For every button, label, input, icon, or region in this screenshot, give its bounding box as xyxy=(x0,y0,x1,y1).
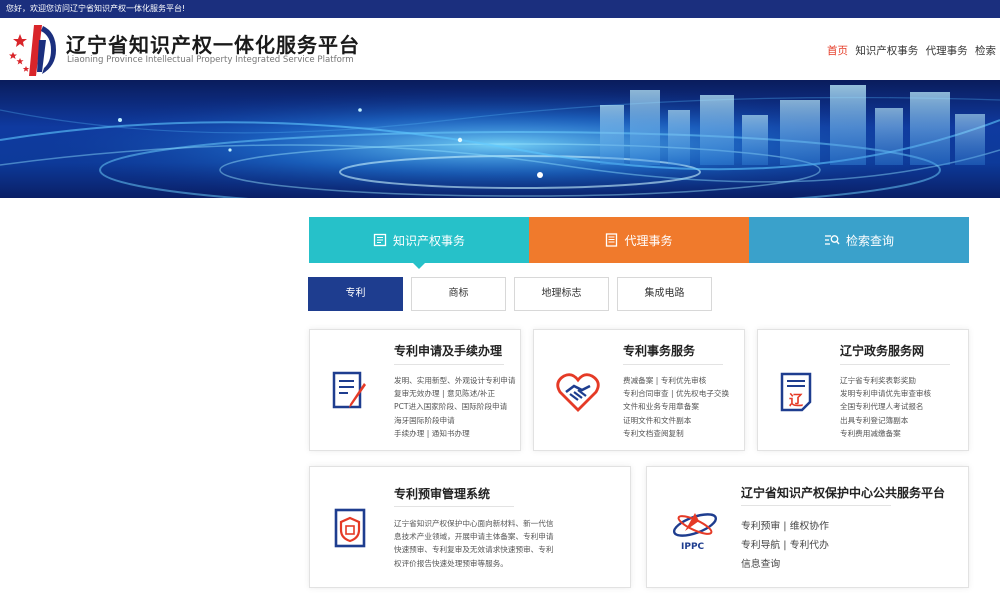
tab-ip-affairs-label: 知识产权事务 xyxy=(392,233,465,248)
ippc-logo-icon: IPPC xyxy=(672,513,718,551)
subtab-ic-layout[interactable]: 集成电路 xyxy=(617,277,712,311)
card-patent-application[interactable]: 专利申请及手续办理 发明、实用新型、外观设计专利申请 复审无效办理 | 意见陈述… xyxy=(309,329,521,451)
card-body: 辽宁省知识产权保护中心面向新材料、新一代信 息技术产业领域，开展申请主体备案、专… xyxy=(394,517,630,570)
card-line[interactable]: 费减备案 | 专利优先审核 xyxy=(623,374,745,387)
shield-document-icon xyxy=(334,508,366,548)
liao-document-icon: 辽 xyxy=(780,372,812,412)
card-line[interactable]: 复审无效办理 | 意见陈述/补正 xyxy=(394,387,520,400)
ippc-logo-text: IPPC xyxy=(681,542,705,551)
card-line[interactable]: 出具专利登记簿副本 xyxy=(840,414,966,427)
svg-text:辽: 辽 xyxy=(789,393,804,409)
card-title: 辽宁政务服务网 xyxy=(840,344,925,358)
card-line: 权评价报告快速处理预审等服务。 xyxy=(394,558,508,568)
card-line[interactable]: 专利文档查阅复制 xyxy=(623,427,745,440)
card-link[interactable]: 专利导航 | 专利代办 xyxy=(741,536,961,555)
card-line: 快速预审、专利复审及无效请求快速预审、专利 xyxy=(394,545,554,555)
tab-search-query-label: 检索查询 xyxy=(845,233,894,248)
card-title: 专利预审管理系统 xyxy=(394,487,491,501)
card-link[interactable]: 信息查询 xyxy=(741,555,961,574)
card-body: 发明、实用新型、外观设计专利申请 复审无效办理 | 意见陈述/补正 PCT进入国… xyxy=(394,374,520,440)
search-list-icon xyxy=(824,235,840,245)
form-pen-icon xyxy=(332,371,366,409)
card-line[interactable]: 证明文件和文件副本 xyxy=(623,414,745,427)
tab-search-query[interactable]: 检索查询 xyxy=(749,217,969,263)
tab-agency-affairs[interactable]: 代理事务 xyxy=(529,217,749,263)
card-line[interactable]: 手续办理 | 通知书办理 xyxy=(394,427,520,440)
book-icon xyxy=(373,233,387,247)
site-header: 辽宁省知识产权一体化服务平台 Liaoning Province Intelle… xyxy=(0,18,1000,80)
platform-logo-icon[interactable] xyxy=(6,22,60,78)
category-subtabs: 专利 商标 地理标志 集成电路 xyxy=(308,277,720,311)
card-links: 专利预审 | 维权协作 专利导航 | 专利代办 信息查询 xyxy=(741,517,961,574)
card-line[interactable]: 全国专利代理人考试报名 xyxy=(840,400,966,413)
title-divider xyxy=(394,364,504,365)
top-welcome-bar: 您好，欢迎您访问辽宁省知识产权一体化服务平台! xyxy=(0,0,1000,18)
card-title: 辽宁省知识产权保护中心公共服务平台 xyxy=(741,486,946,500)
card-link[interactable]: 专利预审 | 维权协作 xyxy=(741,517,961,536)
document-icon xyxy=(606,233,618,247)
card-line: 辽宁省知识产权保护中心面向新材料、新一代信 xyxy=(394,519,554,528)
card-liaoning-gov-services[interactable]: 辽 辽宁政务服务网 辽宁省专利奖表彰奖励 发明专利申请优先审查审核 全国专利代理… xyxy=(757,329,969,451)
handshake-heart-icon xyxy=(556,373,600,412)
site-title: 辽宁省知识产权一体化服务平台 xyxy=(66,33,360,57)
site-subtitle: Liaoning Province Intellectual Property … xyxy=(67,55,354,65)
card-line[interactable]: 发明、实用新型、外观设计专利申请 xyxy=(394,374,520,387)
tab-agency-affairs-label: 代理事务 xyxy=(624,233,673,248)
title-divider xyxy=(741,505,891,506)
card-line[interactable]: 专利合同审查 | 优先权电子交换 xyxy=(623,387,745,400)
title-divider xyxy=(623,364,723,365)
card-title: 专利事务服务 xyxy=(623,344,696,358)
card-patent-pre-examination[interactable]: 专利预审管理系统 辽宁省知识产权保护中心面向新材料、新一代信 息技术产业领域，开… xyxy=(309,466,631,588)
title-divider xyxy=(394,506,514,507)
card-line[interactable]: 专利费用减缴备案 xyxy=(840,427,966,440)
card-line[interactable]: 发明专利申请优先审查审核 xyxy=(840,387,966,400)
card-ippc-platform[interactable]: IPPC 辽宁省知识产权保护中心公共服务平台 专利预审 | 维权协作 专利导航 … xyxy=(646,466,969,588)
main-tabs: 知识产权事务 代理事务 检索查询 xyxy=(309,217,969,269)
card-line[interactable]: 辽宁省专利奖表彰奖励 xyxy=(840,374,966,387)
nav-ip-affairs[interactable]: 知识产权事务 xyxy=(855,45,918,57)
card-body: 辽宁省专利奖表彰奖励 发明专利申请优先审查审核 全国专利代理人考试报名 出具专利… xyxy=(840,374,966,440)
card-patent-services[interactable]: 专利事务服务 费减备案 | 专利优先审核 专利合同审查 | 优先权电子交换 文件… xyxy=(533,329,745,451)
nav-search[interactable]: 检索 xyxy=(975,45,996,57)
hero-banner xyxy=(0,80,1000,198)
main-nav: 首页 知识产权事务 代理事务 检索 xyxy=(827,43,1000,58)
nav-home[interactable]: 首页 xyxy=(827,45,848,57)
card-line[interactable]: PCT进入国家阶段、国际阶段申请 xyxy=(394,400,520,413)
subtab-patent[interactable]: 专利 xyxy=(308,277,403,311)
welcome-text: 您好，欢迎您访问辽宁省知识产权一体化服务平台! xyxy=(6,4,186,13)
card-body: 费减备案 | 专利优先审核 专利合同审查 | 优先权电子交换 文件和业务专用章备… xyxy=(623,374,745,440)
nav-agency-affairs[interactable]: 代理事务 xyxy=(926,45,968,57)
card-title: 专利申请及手续办理 xyxy=(394,344,503,358)
card-line[interactable]: 海牙国际阶段申请 xyxy=(394,414,520,427)
title-divider xyxy=(840,364,950,365)
banner-graphic xyxy=(0,80,1000,198)
card-line[interactable]: 文件和业务专用章备案 xyxy=(623,400,745,413)
tab-ip-affairs[interactable]: 知识产权事务 xyxy=(309,217,529,269)
subtab-geo-indication[interactable]: 地理标志 xyxy=(514,277,609,311)
card-line: 息技术产业领域，开展申请主体备案、专利申请 xyxy=(394,532,554,542)
subtab-trademark[interactable]: 商标 xyxy=(411,277,506,311)
